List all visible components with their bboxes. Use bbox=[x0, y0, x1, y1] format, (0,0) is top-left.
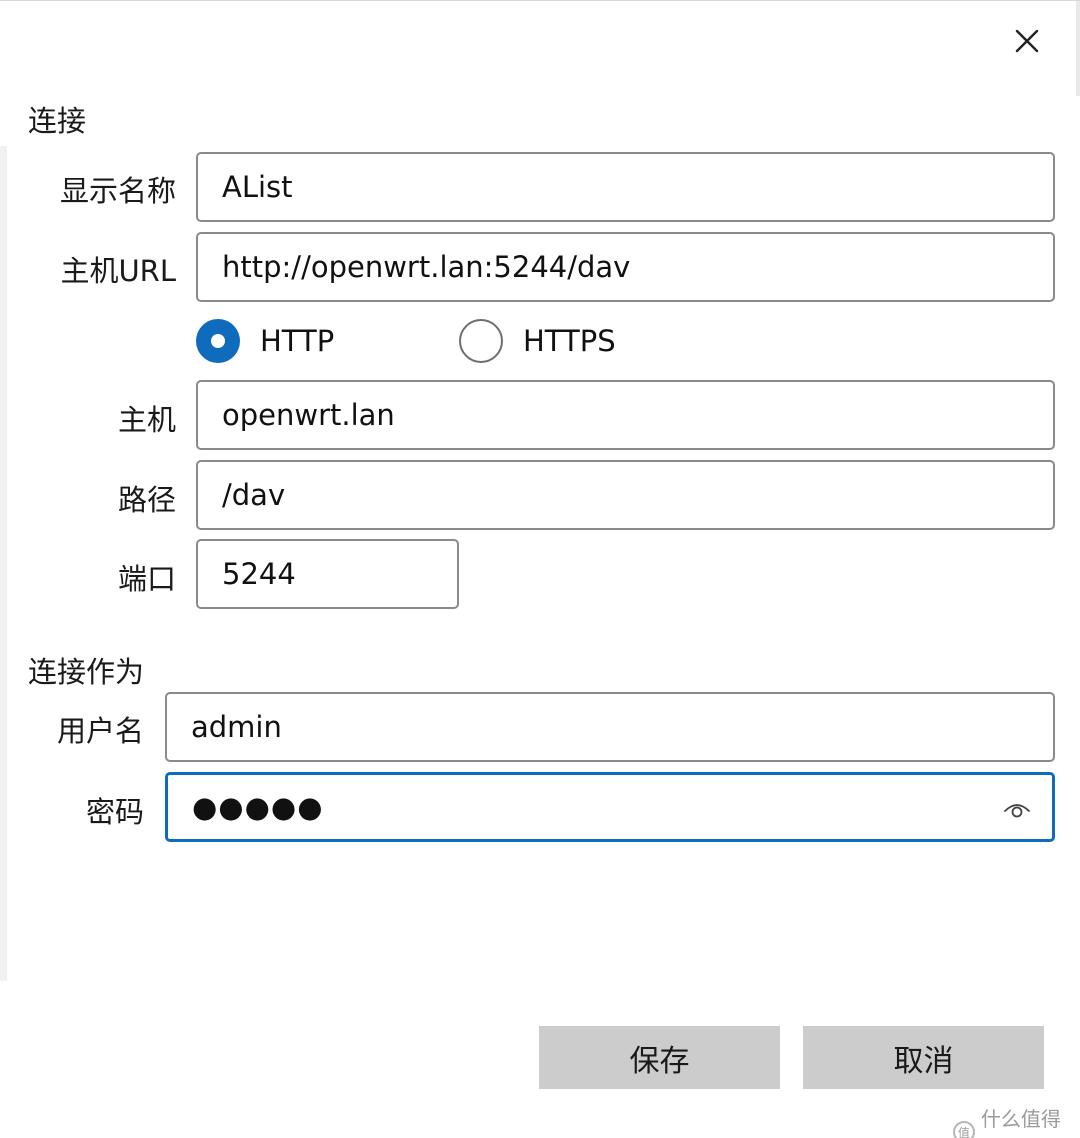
watermark-text: 什么值得买 bbox=[980, 1107, 1061, 1138]
watermark-logo-icon: 值 bbox=[953, 1121, 975, 1138]
host-url-input[interactable]: http://openwrt.lan:5244/dav bbox=[196, 232, 1055, 302]
close-icon bbox=[1015, 29, 1039, 53]
eye-icon[interactable] bbox=[1002, 794, 1032, 824]
left-scroll-edge bbox=[0, 146, 7, 981]
port-label: 端口 bbox=[117, 562, 176, 596]
path-label: 路径 bbox=[117, 483, 176, 517]
path-input[interactable]: /dav bbox=[196, 460, 1055, 530]
path-value: /dav bbox=[222, 478, 286, 512]
password-input[interactable]: ●●●●● bbox=[165, 772, 1055, 842]
protocol-http-label: HTTP bbox=[260, 324, 335, 358]
save-button[interactable]: 保存 bbox=[539, 1026, 780, 1089]
section-title-connect-as: 连接作为 bbox=[28, 655, 145, 689]
port-input[interactable]: 5244 bbox=[196, 539, 459, 609]
radio-selected-icon bbox=[196, 319, 240, 363]
close-button[interactable] bbox=[1005, 19, 1049, 63]
host-url-label: 主机URL bbox=[60, 254, 176, 288]
host-input[interactable]: openwrt.lan bbox=[196, 380, 1055, 450]
host-value: openwrt.lan bbox=[222, 398, 395, 432]
section-title-connection: 连接 bbox=[28, 104, 87, 138]
port-value: 5244 bbox=[222, 557, 296, 591]
host-label: 主机 bbox=[117, 403, 176, 437]
protocol-https-label: HTTPS bbox=[523, 324, 616, 358]
password-label: 密码 bbox=[85, 795, 144, 829]
webdav-connection-dialog: 连接 显示名称 AList 主机URL http://openwrt.lan:5… bbox=[0, 0, 1080, 1138]
username-label: 用户名 bbox=[56, 714, 144, 748]
protocol-radio-https[interactable]: HTTPS bbox=[459, 319, 616, 363]
right-window-edge bbox=[1076, 1, 1080, 96]
display-name-input[interactable]: AList bbox=[196, 152, 1055, 222]
username-input[interactable]: admin bbox=[165, 692, 1055, 762]
username-value: admin bbox=[191, 710, 282, 744]
cancel-button[interactable]: 取消 bbox=[803, 1026, 1044, 1089]
password-masked-value: ●●●●● bbox=[192, 790, 324, 824]
protocol-radio-http[interactable]: HTTP bbox=[196, 319, 334, 363]
radio-unselected-icon bbox=[459, 319, 503, 363]
host-url-value: http://openwrt.lan:5244/dav bbox=[222, 250, 631, 284]
display-name-value: AList bbox=[222, 170, 293, 204]
display-name-label: 显示名称 bbox=[59, 174, 176, 208]
watermark: 值 什么值得买 bbox=[953, 1103, 1080, 1138]
